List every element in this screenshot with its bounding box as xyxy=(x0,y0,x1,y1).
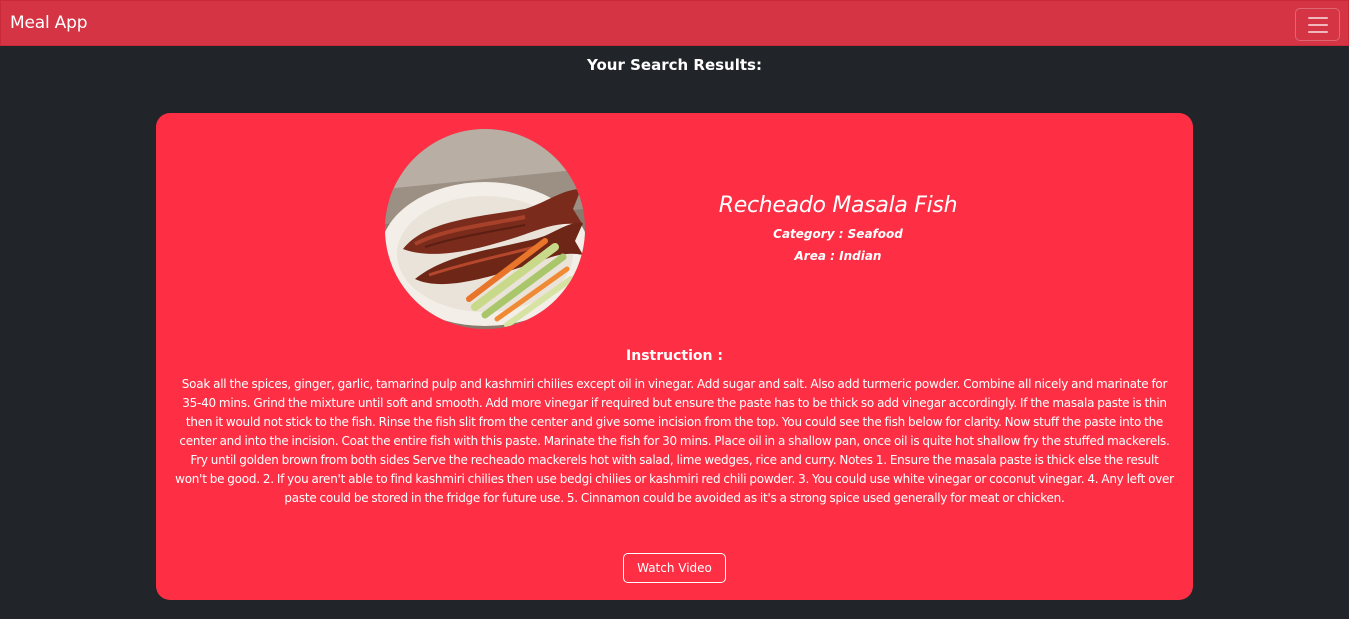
meal-image xyxy=(385,129,585,329)
app-brand[interactable]: Meal App xyxy=(10,13,87,33)
meal-card: Recheado Masala Fish Category : Seafood … xyxy=(156,113,1193,600)
menu-toggle-button[interactable] xyxy=(1295,8,1340,41)
instruction-text: Soak all the spices, ginger, garlic, tam… xyxy=(175,377,1174,505)
meal-title: Recheado Masala Fish xyxy=(718,193,958,218)
meal-area: Area : Indian xyxy=(794,249,882,263)
navbar: Meal App xyxy=(0,0,1349,46)
meal-category: Category : Seafood xyxy=(773,227,903,241)
fish-dish-photo-icon xyxy=(385,129,585,329)
watch-video-button[interactable]: Watch Video xyxy=(623,553,726,583)
instruction-heading: Instruction : xyxy=(626,348,723,364)
search-results-heading: Your Search Results: xyxy=(587,56,762,74)
